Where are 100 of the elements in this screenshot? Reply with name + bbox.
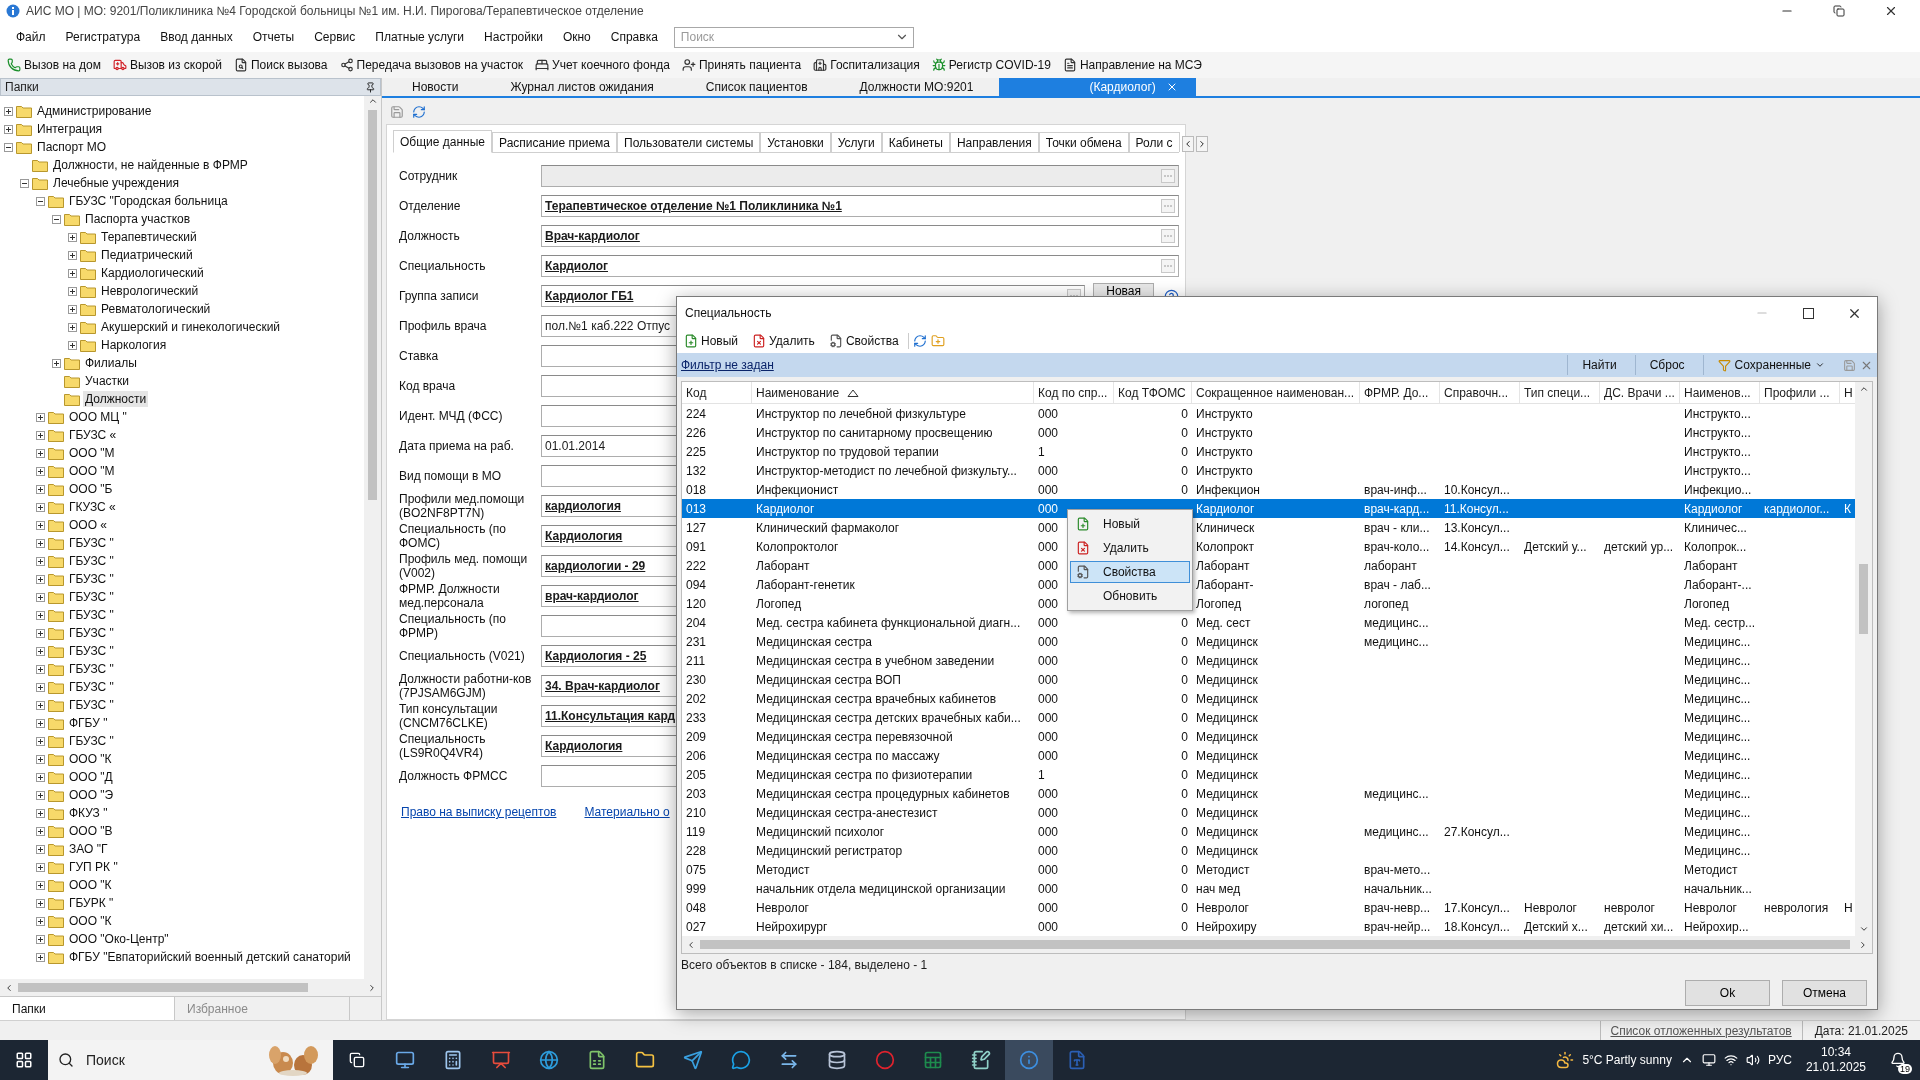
scrollbar[interactable] [1855, 382, 1872, 936]
form-tab[interactable]: Кабинеты [881, 132, 950, 152]
menu-item[interactable]: Свойства [1070, 561, 1190, 583]
scroll-thumb[interactable] [699, 940, 1851, 949]
scroll-right-icon[interactable] [367, 982, 377, 993]
tree-item[interactable]: ООО « [67, 517, 109, 533]
tree-item[interactable]: Участки [83, 373, 131, 389]
tree-item[interactable]: Лечебные учреждения [51, 175, 182, 191]
column-header[interactable]: Сокращенное наименован... [1192, 382, 1360, 403]
toolbar-button[interactable]: Вызов на дом [2, 54, 106, 76]
link[interactable]: Право на выписку рецептов [401, 805, 557, 819]
expand-icon[interactable] [68, 232, 77, 242]
expand-icon[interactable] [68, 250, 77, 260]
tree-item[interactable]: Неврологический [99, 283, 201, 299]
language-indicator[interactable]: РУС [1767, 1053, 1792, 1067]
document-tab[interactable]: (Кардиолог) [999, 78, 1196, 96]
menu-item[interactable]: Новый [1070, 513, 1190, 535]
tree-item[interactable]: ООО "К [67, 751, 114, 767]
search-field[interactable]: Поиск [673, 26, 914, 48]
tree-item[interactable]: ФГБУ " [67, 715, 110, 731]
tree-item[interactable]: ГБУЗС " [67, 643, 116, 659]
tree-item[interactable]: ООО "Э [67, 787, 116, 803]
scroll-left-icon[interactable] [686, 939, 696, 950]
tree-item[interactable]: ГБУЗС " [67, 571, 116, 587]
tree-item[interactable]: Кардиологический [99, 265, 206, 281]
reset-button[interactable]: Сброс [1634, 355, 1699, 375]
scroll-right-icon[interactable] [1858, 939, 1868, 950]
tree-item[interactable]: ГБУЗС " [67, 679, 116, 695]
expand-icon[interactable] [36, 430, 45, 440]
collapse-icon[interactable] [4, 142, 13, 152]
panel-tab[interactable]: Папки [0, 997, 175, 1020]
tree-item[interactable]: Должности [83, 391, 149, 407]
monitor-icon[interactable] [1701, 1053, 1716, 1067]
tree-item[interactable]: ООО "М [67, 445, 117, 461]
scroll-thumb[interactable] [18, 983, 308, 992]
tree-item[interactable]: ООО "Око-Центр" [67, 931, 171, 947]
input-field[interactable]: Кардиолог [541, 255, 1179, 277]
column-header[interactable]: ФРМР. До... [1360, 382, 1440, 403]
find-button[interactable]: Найти [1567, 355, 1631, 375]
form-tab[interactable]: Роли с [1128, 132, 1180, 152]
tree-item[interactable]: Интеграция [35, 121, 105, 137]
form-tab[interactable]: Установки [760, 132, 831, 152]
tree-item[interactable]: Филиалы [83, 355, 139, 371]
toolbar-button[interactable]: Удалить [747, 330, 820, 352]
scrollbar[interactable] [0, 979, 381, 996]
tree-item[interactable]: ООО "Б [67, 481, 115, 497]
tree-item[interactable]: ГБУЗС " [67, 553, 116, 569]
menu-item[interactable]: Обновить [1070, 585, 1190, 607]
tree-item[interactable]: ГБУЗС " [67, 607, 116, 623]
tree-item[interactable]: ГБУЗС "Городская больница [67, 193, 230, 209]
notifications-button[interactable]: 19 [1880, 1040, 1916, 1080]
toolbar-button[interactable]: Свойства [823, 330, 904, 352]
collapse-icon[interactable] [36, 196, 45, 206]
column-header[interactable]: Код [682, 382, 752, 403]
column-header[interactable]: Профили ... [1760, 382, 1840, 403]
expand-icon[interactable] [36, 412, 45, 422]
tree-item[interactable]: ООО "М [67, 463, 117, 479]
scrollbar[interactable] [364, 96, 381, 979]
form-tab[interactable]: Направления [949, 132, 1039, 152]
menu-item[interactable]: Регистратура [55, 25, 151, 49]
tree-item[interactable]: ГКУЗС « [67, 499, 118, 515]
expand-icon[interactable] [36, 574, 45, 584]
expand-icon[interactable] [36, 664, 45, 674]
expand-icon[interactable] [4, 124, 13, 134]
form-tab[interactable]: Общие данные [393, 130, 493, 153]
expand-icon[interactable] [36, 538, 45, 548]
toolbar-button[interactable]: Передача вызовов на участок [334, 54, 529, 76]
tree-item[interactable]: ФГБУ "Евпаторийский военный детский санаторий [67, 949, 353, 965]
tree-item[interactable]: Паспорт МО [35, 139, 109, 155]
toolbar-button[interactable]: Вызов из скорой [107, 54, 227, 76]
expand-icon[interactable] [36, 484, 45, 494]
menu-item[interactable]: Окно [552, 25, 601, 49]
link[interactable]: Материально о [584, 805, 670, 819]
expand-icon[interactable] [68, 340, 77, 350]
menu-item[interactable]: Ввод данных [150, 25, 243, 49]
toolbar-button[interactable]: Госпитализация [808, 54, 925, 76]
column-header[interactable]: Наименов... [1680, 382, 1760, 403]
tree-item[interactable]: Паспорта участков [83, 211, 193, 227]
tree-item[interactable]: ЗАО "Г [67, 841, 110, 857]
scrollbar[interactable] [682, 936, 1872, 953]
expand-icon[interactable] [52, 358, 61, 368]
saved-filters-button[interactable]: Сохраненные [1702, 355, 1839, 375]
toolbar-button[interactable]: Учет коечного фонда [530, 54, 675, 76]
expand-icon[interactable] [36, 844, 45, 854]
tree-item[interactable]: ГБУРК " [67, 895, 116, 911]
toolbar-button[interactable]: Принять пациента [676, 54, 807, 76]
tree-item[interactable]: ГБУЗС " [67, 589, 116, 605]
document-tab[interactable]: Новости [386, 78, 485, 96]
column-header[interactable]: Тип специ... [1520, 382, 1600, 403]
search-input[interactable]: Поиск [84, 1051, 204, 1069]
form-tab[interactable]: Пользователи системы [617, 132, 761, 152]
expand-icon[interactable] [36, 592, 45, 602]
document-tab[interactable]: Должности МО:9201 [833, 78, 1000, 96]
expand-icon[interactable] [4, 106, 13, 116]
expand-icon[interactable] [36, 772, 45, 782]
column-header[interactable]: Справочн... [1440, 382, 1520, 403]
document-tab[interactable]: Журнал листов ожидания [484, 78, 680, 96]
scroll-thumb[interactable] [368, 110, 377, 500]
expand-icon[interactable] [36, 790, 45, 800]
scroll-up-icon[interactable] [367, 96, 378, 106]
